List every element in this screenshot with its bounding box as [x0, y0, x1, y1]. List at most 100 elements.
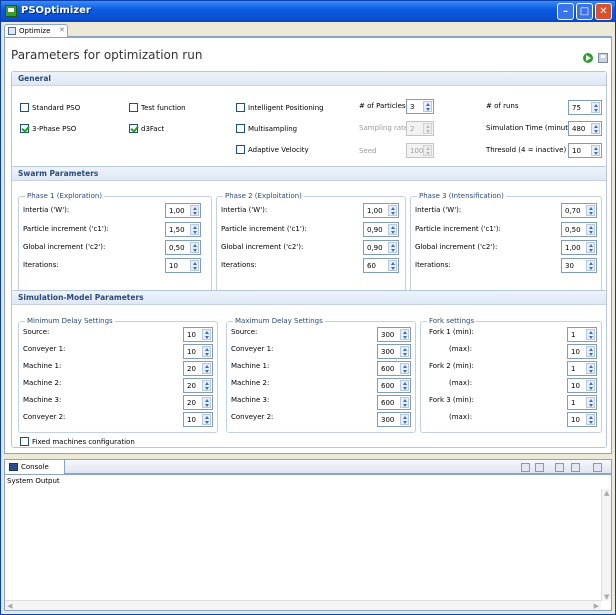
spinner-arrows-icon[interactable]	[388, 205, 397, 216]
sampling-rate-spinner[interactable]: 2	[406, 121, 434, 136]
simulation-time-spinner[interactable]: 480	[568, 121, 602, 136]
save-icon[interactable]	[598, 53, 608, 63]
phase2-particle-spinner[interactable]: 0,90	[363, 222, 399, 237]
spinner-arrows-icon[interactable]	[400, 397, 409, 408]
scroll-down-icon[interactable]: ▼	[604, 593, 609, 601]
spinner-arrows-icon[interactable]	[202, 346, 211, 357]
spinner-arrows-icon[interactable]	[586, 224, 595, 235]
spinner-arrows-icon[interactable]	[586, 397, 595, 408]
tab-console[interactable]: Console	[5, 460, 65, 474]
scroll-lock-icon[interactable]	[535, 463, 544, 472]
min-machine1-spinner[interactable]: 20	[183, 361, 213, 376]
spinner-arrows-icon[interactable]	[586, 414, 595, 425]
spinner-arrows-icon[interactable]	[586, 329, 595, 340]
spinner-arrows-icon[interactable]	[202, 380, 211, 391]
spinner-arrows-icon[interactable]	[586, 380, 595, 391]
multisampling-checkbox[interactable]	[236, 124, 245, 133]
spinner-arrows-icon[interactable]	[586, 260, 595, 271]
spinner-arrows-icon[interactable]	[202, 329, 211, 340]
adaptive-velocity-checkbox[interactable]	[236, 145, 245, 154]
fork1-max-spinner[interactable]: 10	[567, 344, 597, 359]
phase2-iterations-spinner[interactable]: 60	[363, 258, 399, 273]
max-source-spinner[interactable]: 300	[377, 327, 411, 342]
spinner-arrows-icon[interactable]	[423, 123, 432, 134]
spinner-arrows-icon[interactable]	[423, 145, 432, 156]
clear-console-icon[interactable]	[521, 463, 530, 472]
phase1-global-spinner[interactable]: 0,50	[165, 240, 201, 255]
seed-spinner[interactable]: 100	[406, 143, 434, 158]
close-button[interactable]: ✕	[595, 3, 612, 20]
spinner-arrows-icon[interactable]	[591, 123, 600, 134]
spinner-arrows-icon[interactable]	[591, 102, 600, 113]
min-source-spinner[interactable]: 10	[183, 327, 213, 342]
spinner-arrows-icon[interactable]	[388, 224, 397, 235]
swarm-section-header[interactable]: Swarm Parameters	[12, 167, 606, 181]
tab-close-icon[interactable]: ✕	[59, 26, 65, 34]
spinner-arrows-icon[interactable]	[388, 242, 397, 253]
fork1-min-spinner[interactable]: 1	[567, 327, 597, 342]
fork3-max-spinner[interactable]: 10	[567, 412, 597, 427]
three-phase-pso-checkbox[interactable]	[20, 124, 29, 133]
fork2-min-spinner[interactable]: 1	[567, 361, 597, 376]
spinner-arrows-icon[interactable]	[400, 346, 409, 357]
min-machine3-spinner[interactable]: 20	[183, 395, 213, 410]
max-machine3-spinner[interactable]: 600	[377, 395, 411, 410]
spinner-arrows-icon[interactable]	[400, 329, 409, 340]
spinner-arrows-icon[interactable]	[423, 101, 432, 112]
pin-console-icon[interactable]	[555, 463, 564, 472]
phase3-particle-spinner[interactable]: 0,50	[561, 222, 597, 237]
spinner-arrows-icon[interactable]	[388, 260, 397, 271]
max-conveyer2-spinner[interactable]: 300	[377, 412, 411, 427]
spinner-arrows-icon[interactable]	[190, 205, 199, 216]
test-function-checkbox[interactable]	[129, 103, 138, 112]
phase1-iterations-spinner[interactable]: 10	[165, 258, 201, 273]
console-output-area[interactable]: System Output ▲ ▼ ◀ ▶	[4, 474, 612, 611]
spinner-arrows-icon[interactable]	[586, 363, 595, 374]
spinner-arrows-icon[interactable]	[586, 242, 595, 253]
num-particles-spinner[interactable]: 3	[406, 99, 434, 114]
tab-optimize[interactable]: Optimize ✕	[4, 24, 68, 37]
open-console-icon[interactable]	[593, 463, 602, 472]
spinner-arrows-icon[interactable]	[202, 414, 211, 425]
display-console-icon[interactable]	[571, 463, 580, 472]
scroll-right-icon[interactable]: ▶	[594, 602, 599, 610]
min-machine2-spinner[interactable]: 20	[183, 378, 213, 393]
spinner-arrows-icon[interactable]	[202, 397, 211, 408]
spinner-arrows-icon[interactable]	[202, 363, 211, 374]
spinner-arrows-icon[interactable]	[586, 205, 595, 216]
spinner-arrows-icon[interactable]	[400, 380, 409, 391]
phase2-inertia-spinner[interactable]: 1,00	[363, 203, 399, 218]
spinner-arrows-icon[interactable]	[190, 224, 199, 235]
scroll-up-icon[interactable]: ▲	[604, 489, 609, 497]
min-conveyer2-spinner[interactable]: 10	[183, 412, 213, 427]
scroll-left-icon[interactable]: ◀	[7, 602, 12, 610]
max-machine1-spinner[interactable]: 600	[377, 361, 411, 376]
minimize-button[interactable]: –	[557, 3, 574, 20]
general-section-header[interactable]: General	[12, 72, 606, 86]
phase3-global-spinner[interactable]: 1,00	[561, 240, 597, 255]
num-runs-spinner[interactable]: 75	[568, 100, 602, 115]
horizontal-scrollbar[interactable]: ◀ ▶	[5, 600, 601, 610]
simulation-section-header[interactable]: Simulation-Model Parameters	[12, 291, 606, 305]
max-machine2-spinner[interactable]: 600	[377, 378, 411, 393]
max-conveyer1-spinner[interactable]: 300	[377, 344, 411, 359]
spinner-arrows-icon[interactable]	[591, 145, 600, 156]
min-conveyer1-spinner[interactable]: 10	[183, 344, 213, 359]
phase2-global-spinner[interactable]: 0,90	[363, 240, 399, 255]
standard-pso-checkbox[interactable]	[20, 103, 29, 112]
phase3-iterations-spinner[interactable]: 30	[561, 258, 597, 273]
vertical-scrollbar[interactable]: ▲ ▼	[601, 489, 611, 601]
fork3-min-spinner[interactable]: 1	[567, 395, 597, 410]
spinner-arrows-icon[interactable]	[586, 346, 595, 357]
title-bar[interactable]: PSOptimizer – □ ✕	[1, 1, 615, 22]
phase3-inertia-spinner[interactable]: 0,70	[561, 203, 597, 218]
run-icon[interactable]	[583, 53, 593, 63]
spinner-arrows-icon[interactable]	[400, 414, 409, 425]
phase1-inertia-spinner[interactable]: 1,00	[165, 203, 201, 218]
spinner-arrows-icon[interactable]	[190, 260, 199, 271]
threshold-spinner[interactable]: 10	[568, 143, 602, 158]
fixed-machines-checkbox[interactable]	[20, 437, 29, 446]
intelligent-positioning-checkbox[interactable]	[236, 103, 245, 112]
d3fact-checkbox[interactable]	[129, 124, 138, 133]
spinner-arrows-icon[interactable]	[400, 363, 409, 374]
